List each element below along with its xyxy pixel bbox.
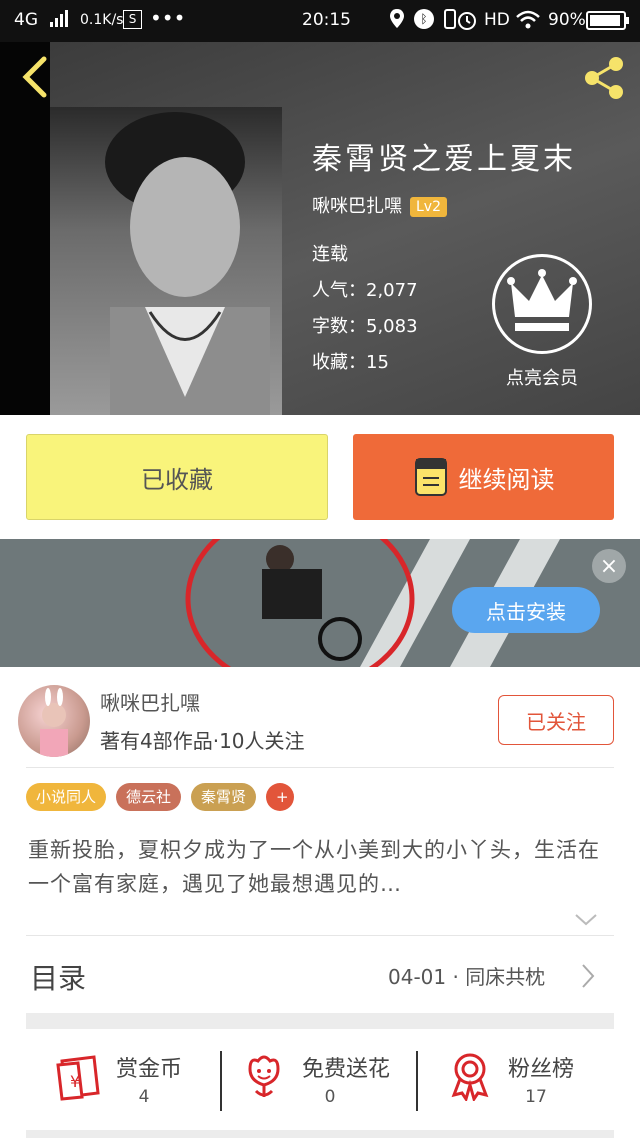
author-line: 啾咪巴扎嘿 Lv2 xyxy=(312,192,447,218)
flower-icon xyxy=(248,1055,280,1097)
vibrate-icon xyxy=(443,8,457,35)
install-button[interactable]: 点击安装 xyxy=(452,587,600,633)
level-badge: Lv2 xyxy=(410,197,447,217)
stat-separator xyxy=(416,1051,418,1111)
section-separator xyxy=(26,1013,614,1029)
avatar-illustration xyxy=(40,688,68,757)
add-tag-button[interactable]: + xyxy=(266,783,295,811)
stat-label: 免费送花 xyxy=(302,1057,391,1082)
continue-reading-label: 继续阅读 xyxy=(458,465,555,494)
status-bar: 4G 0.1K/s S ••• 20:15 ᛒ HD 90% xyxy=(0,0,640,42)
latest-chapter-link[interactable]: 04-01 · 同床共枕 xyxy=(388,961,545,990)
svg-text:¥: ¥ xyxy=(70,1072,80,1091)
network-speed: 0.1K/s xyxy=(80,12,124,28)
portrait-illustration xyxy=(105,112,270,415)
chevron-right-icon[interactable] xyxy=(580,963,596,989)
clock: 20:15 xyxy=(302,10,351,30)
divider xyxy=(26,767,614,768)
close-ad-button[interactable]: × xyxy=(592,549,626,583)
ad-banner[interactable]: 点击安装 × xyxy=(0,539,640,667)
followed-button[interactable]: 已关注 xyxy=(498,695,614,745)
favorites-count: 收藏：15 xyxy=(312,352,389,373)
word-count: 字数：5,083 xyxy=(312,316,418,337)
divider xyxy=(26,935,614,936)
author-name[interactable]: 啾咪巴扎嘿 xyxy=(100,687,200,716)
stat-value: 17 xyxy=(525,1087,547,1107)
alarm-icon xyxy=(456,9,478,36)
chevron-left-icon xyxy=(22,56,47,98)
vip-button[interactable] xyxy=(492,254,592,354)
stat-label: 粉丝榜 xyxy=(508,1057,575,1082)
continue-reading-button[interactable]: 继续阅读 xyxy=(353,434,614,520)
stat-separator xyxy=(220,1051,222,1111)
location-icon xyxy=(388,8,406,35)
network-label: 4G xyxy=(14,10,38,30)
battery-icon xyxy=(586,11,630,36)
book-title: 秦霄贤之爱上夏末 xyxy=(312,142,576,177)
more-dots-icon: ••• xyxy=(150,6,186,30)
serial-status: 连载 xyxy=(312,244,348,265)
battery-percent: 90% xyxy=(548,10,586,30)
hd-label: HD xyxy=(484,10,510,30)
vip-label[interactable]: 点亮会员 xyxy=(492,364,592,390)
tag-chip[interactable]: 秦霄贤 xyxy=(191,783,257,811)
author-avatar[interactable] xyxy=(18,685,90,757)
author-stats: 著有4部作品·10人关注 xyxy=(100,729,305,753)
favorited-button[interactable]: 已收藏 xyxy=(26,434,328,520)
author-name[interactable]: 啾咪巴扎嘿 xyxy=(312,196,402,217)
book-header: 秦霄贤之爱上夏末 啾咪巴扎嘿 Lv2 连载 人气：2,077 字数：5,083 收… xyxy=(0,42,640,415)
tag-list: 小说同人 德云社 秦霄贤 + xyxy=(26,783,295,811)
stat-value: 0 xyxy=(324,1087,336,1107)
app-s-icon: S xyxy=(123,10,142,29)
share-button[interactable] xyxy=(582,54,628,100)
tag-chip[interactable]: 小说同人 xyxy=(26,783,107,811)
popularity-count: 人气：2,077 xyxy=(312,280,418,301)
toc-label[interactable]: 目录 xyxy=(30,957,86,997)
stat-label: 赏金币 xyxy=(116,1057,183,1082)
book-cover-image[interactable] xyxy=(50,107,282,415)
red-envelope-icon: ¥ xyxy=(56,1055,100,1101)
back-button[interactable] xyxy=(18,54,54,100)
favorited-label: 已收藏 xyxy=(141,465,213,494)
action-bar: 已收藏 继续阅读 xyxy=(0,415,640,539)
tag-chip[interactable]: 德云社 xyxy=(116,783,182,811)
reward-coins-button[interactable]: ¥ 赏金币 4 xyxy=(54,1051,244,1121)
fan-ranking-button[interactable]: 粉丝榜 17 xyxy=(446,1051,636,1121)
send-flower-button[interactable]: 免费送花 0 xyxy=(240,1051,430,1121)
section-separator xyxy=(26,1130,614,1138)
book-description: 重新投胎，夏枳夕成为了一个从小美到大的小丫头，生活在一个富有家庭，遇见了她最想遇… xyxy=(28,838,600,896)
expand-chevron-icon[interactable] xyxy=(574,913,598,927)
wifi-icon xyxy=(515,9,541,36)
signal-icon xyxy=(50,9,70,34)
crown-icon xyxy=(507,269,577,331)
ribbon-badge-icon xyxy=(451,1053,489,1101)
book-icon xyxy=(414,458,447,496)
book-info-section: 啾咪巴扎嘿 著有4部作品·10人关注 已关注 小说同人 德云社 秦霄贤 + 重新… xyxy=(0,667,640,1138)
bluetooth-icon: ᛒ xyxy=(414,9,434,29)
share-icon xyxy=(585,57,623,99)
stat-value: 4 xyxy=(138,1087,150,1107)
